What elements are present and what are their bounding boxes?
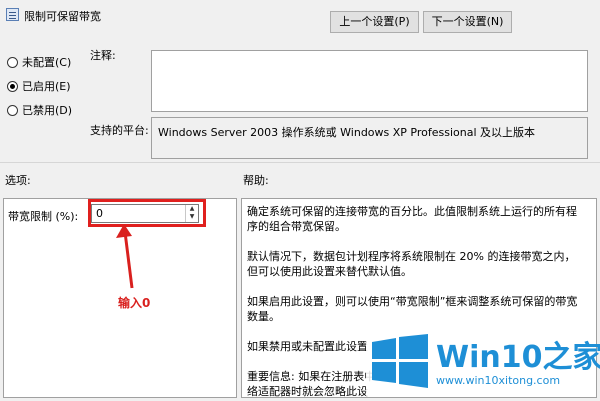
help-paragraph: 确定系统可保留的连接带宽的百分比。此值限制系统上运行的所有程序的组合带宽保留。 bbox=[247, 205, 577, 233]
annotation-arrow-head bbox=[116, 224, 132, 238]
options-label: 选项: bbox=[5, 174, 31, 187]
radio-circle-not-configured[interactable] bbox=[7, 56, 18, 68]
watermark-logo: Win10之家 www.win10xitong.com bbox=[366, 326, 600, 396]
section-divider bbox=[0, 162, 600, 163]
platform-label: 支持的平台: bbox=[90, 124, 149, 137]
help-paragraph: 如果启用此设置，则可以使用“带宽限制”框来调整系统可保留的带宽数量。 bbox=[247, 295, 578, 323]
help-paragraph: 默认情况下，数据包计划程序将系统限制在 20% 的连接带宽之内，但可以使用此设置… bbox=[247, 250, 576, 278]
policy-icon bbox=[6, 8, 19, 21]
watermark-brand-a: Win10 bbox=[436, 340, 543, 375]
windows-logo-icon bbox=[372, 334, 428, 388]
highlight-box bbox=[88, 199, 206, 227]
comment-label: 注释: bbox=[90, 49, 116, 62]
radio-not-configured[interactable]: 未配置(C) bbox=[7, 54, 71, 70]
annotation-arrow-shaft bbox=[123, 231, 134, 289]
bandwidth-limit-label: 带宽限制 (%): bbox=[8, 210, 79, 223]
previous-setting-button[interactable]: 上一个设置(P) bbox=[330, 11, 419, 33]
radio-label-disabled: 已禁用(D) bbox=[22, 104, 73, 117]
radio-circle-enabled[interactable] bbox=[7, 80, 18, 92]
radio-enabled[interactable]: 已启用(E) bbox=[7, 78, 71, 94]
platform-value: Windows Server 2003 操作系统或 Windows XP Pro… bbox=[158, 126, 536, 139]
radio-disabled[interactable]: 已禁用(D) bbox=[7, 102, 72, 118]
next-setting-button[interactable]: 下一个设置(N) bbox=[423, 11, 512, 33]
radio-label-not-configured: 未配置(C) bbox=[22, 56, 72, 69]
watermark-url: www.win10xitong.com bbox=[436, 374, 561, 387]
annotation-text: 输入0 bbox=[118, 296, 151, 310]
radio-label-enabled: 已启用(E) bbox=[22, 80, 71, 93]
window-title: 限制可保留带宽 bbox=[24, 10, 101, 23]
platform-box: Windows Server 2003 操作系统或 Windows XP Pro… bbox=[151, 117, 588, 159]
annotation-arrow bbox=[116, 224, 134, 289]
comment-textarea[interactable] bbox=[151, 50, 588, 112]
radio-circle-disabled[interactable] bbox=[7, 104, 18, 116]
help-label: 帮助: bbox=[243, 174, 269, 187]
watermark-brand-b: 之家 bbox=[542, 340, 600, 375]
